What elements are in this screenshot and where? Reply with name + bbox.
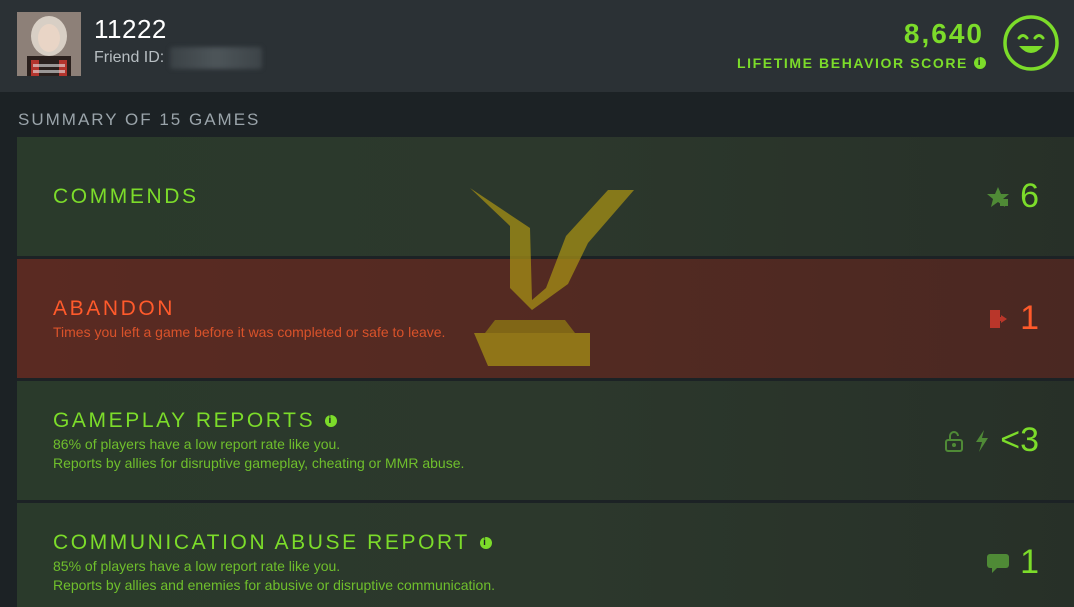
info-icon[interactable]: i <box>974 57 986 69</box>
info-icon[interactable]: i <box>325 415 338 427</box>
avatar[interactable] <box>17 12 81 76</box>
behavior-score-label: LIFETIME BEHAVIOR SCORE i <box>737 55 986 71</box>
star-commend-icon <box>987 186 1010 207</box>
behavior-summary-page: 11222 Friend ID: 8,640 LIFETIME BEHAVIOR… <box>0 0 1074 607</box>
gameplay-reports-title: GAMEPLAY REPORTS i <box>53 409 338 433</box>
communication-abuse-count: 1 <box>1020 543 1039 581</box>
behavior-score-value: 8,640 <box>903 18 984 49</box>
communication-abuse-stat: 85% of players have a low report rate li… <box>53 558 341 574</box>
gameplay-reports-description: Reports by allies for disruptive gamepla… <box>53 455 465 471</box>
communication-abuse-description: Reports by allies and enemies for abusiv… <box>53 577 495 593</box>
info-icon[interactable]: i <box>479 537 492 549</box>
smiley-face-icon <box>1003 15 1059 71</box>
friend-id-redacted <box>170 47 262 69</box>
commends-title-text: COMMENDS <box>53 185 199 208</box>
gameplay-reports-stat: 86% of players have a low report rate li… <box>53 436 341 452</box>
commends-value: 6 <box>986 177 1039 216</box>
avatar-image <box>17 12 81 76</box>
rank-emblem-watermark <box>470 188 634 366</box>
friend-id-label: Friend ID: <box>94 49 165 66</box>
summary-title: SUMMARY OF 15 GAMES <box>18 110 261 129</box>
communication-abuse-value: 1 <box>986 543 1039 582</box>
abandon-title: ABANDON <box>53 297 175 321</box>
abandon-title-text: ABANDON <box>53 297 176 320</box>
abandon-count: 1 <box>1020 299 1039 337</box>
lightning-icon <box>976 429 989 452</box>
commends-title: COMMENDS <box>53 185 199 209</box>
gameplay-reports-count: <3 <box>1000 421 1039 459</box>
exit-door-icon <box>990 309 1008 328</box>
username: 11222 <box>94 14 167 44</box>
abandon-description: Times you left a game before it was comp… <box>53 324 446 340</box>
communication-abuse-title: COMMUNICATION ABUSE REPORT i <box>53 531 492 555</box>
communication-abuse-title-text: COMMUNICATION ABUSE REPORT <box>53 531 470 554</box>
communication-abuse-card[interactable]: COMMUNICATION ABUSE REPORT i 85% of play… <box>17 503 1074 607</box>
gameplay-reports-value: <3 <box>944 421 1039 460</box>
commends-count: 6 <box>1020 177 1039 215</box>
unlock-icon <box>945 430 964 452</box>
chat-bubble-icon <box>987 553 1010 573</box>
gameplay-reports-card[interactable]: GAMEPLAY REPORTS i 86% of players have a… <box>17 381 1074 500</box>
abandon-value: 1 <box>988 299 1039 338</box>
behavior-score-label-text: LIFETIME BEHAVIOR SCORE <box>737 55 968 71</box>
profile-header: 11222 Friend ID: 8,640 LIFETIME BEHAVIOR… <box>0 0 1074 92</box>
gameplay-reports-title-text: GAMEPLAY REPORTS <box>53 409 316 432</box>
